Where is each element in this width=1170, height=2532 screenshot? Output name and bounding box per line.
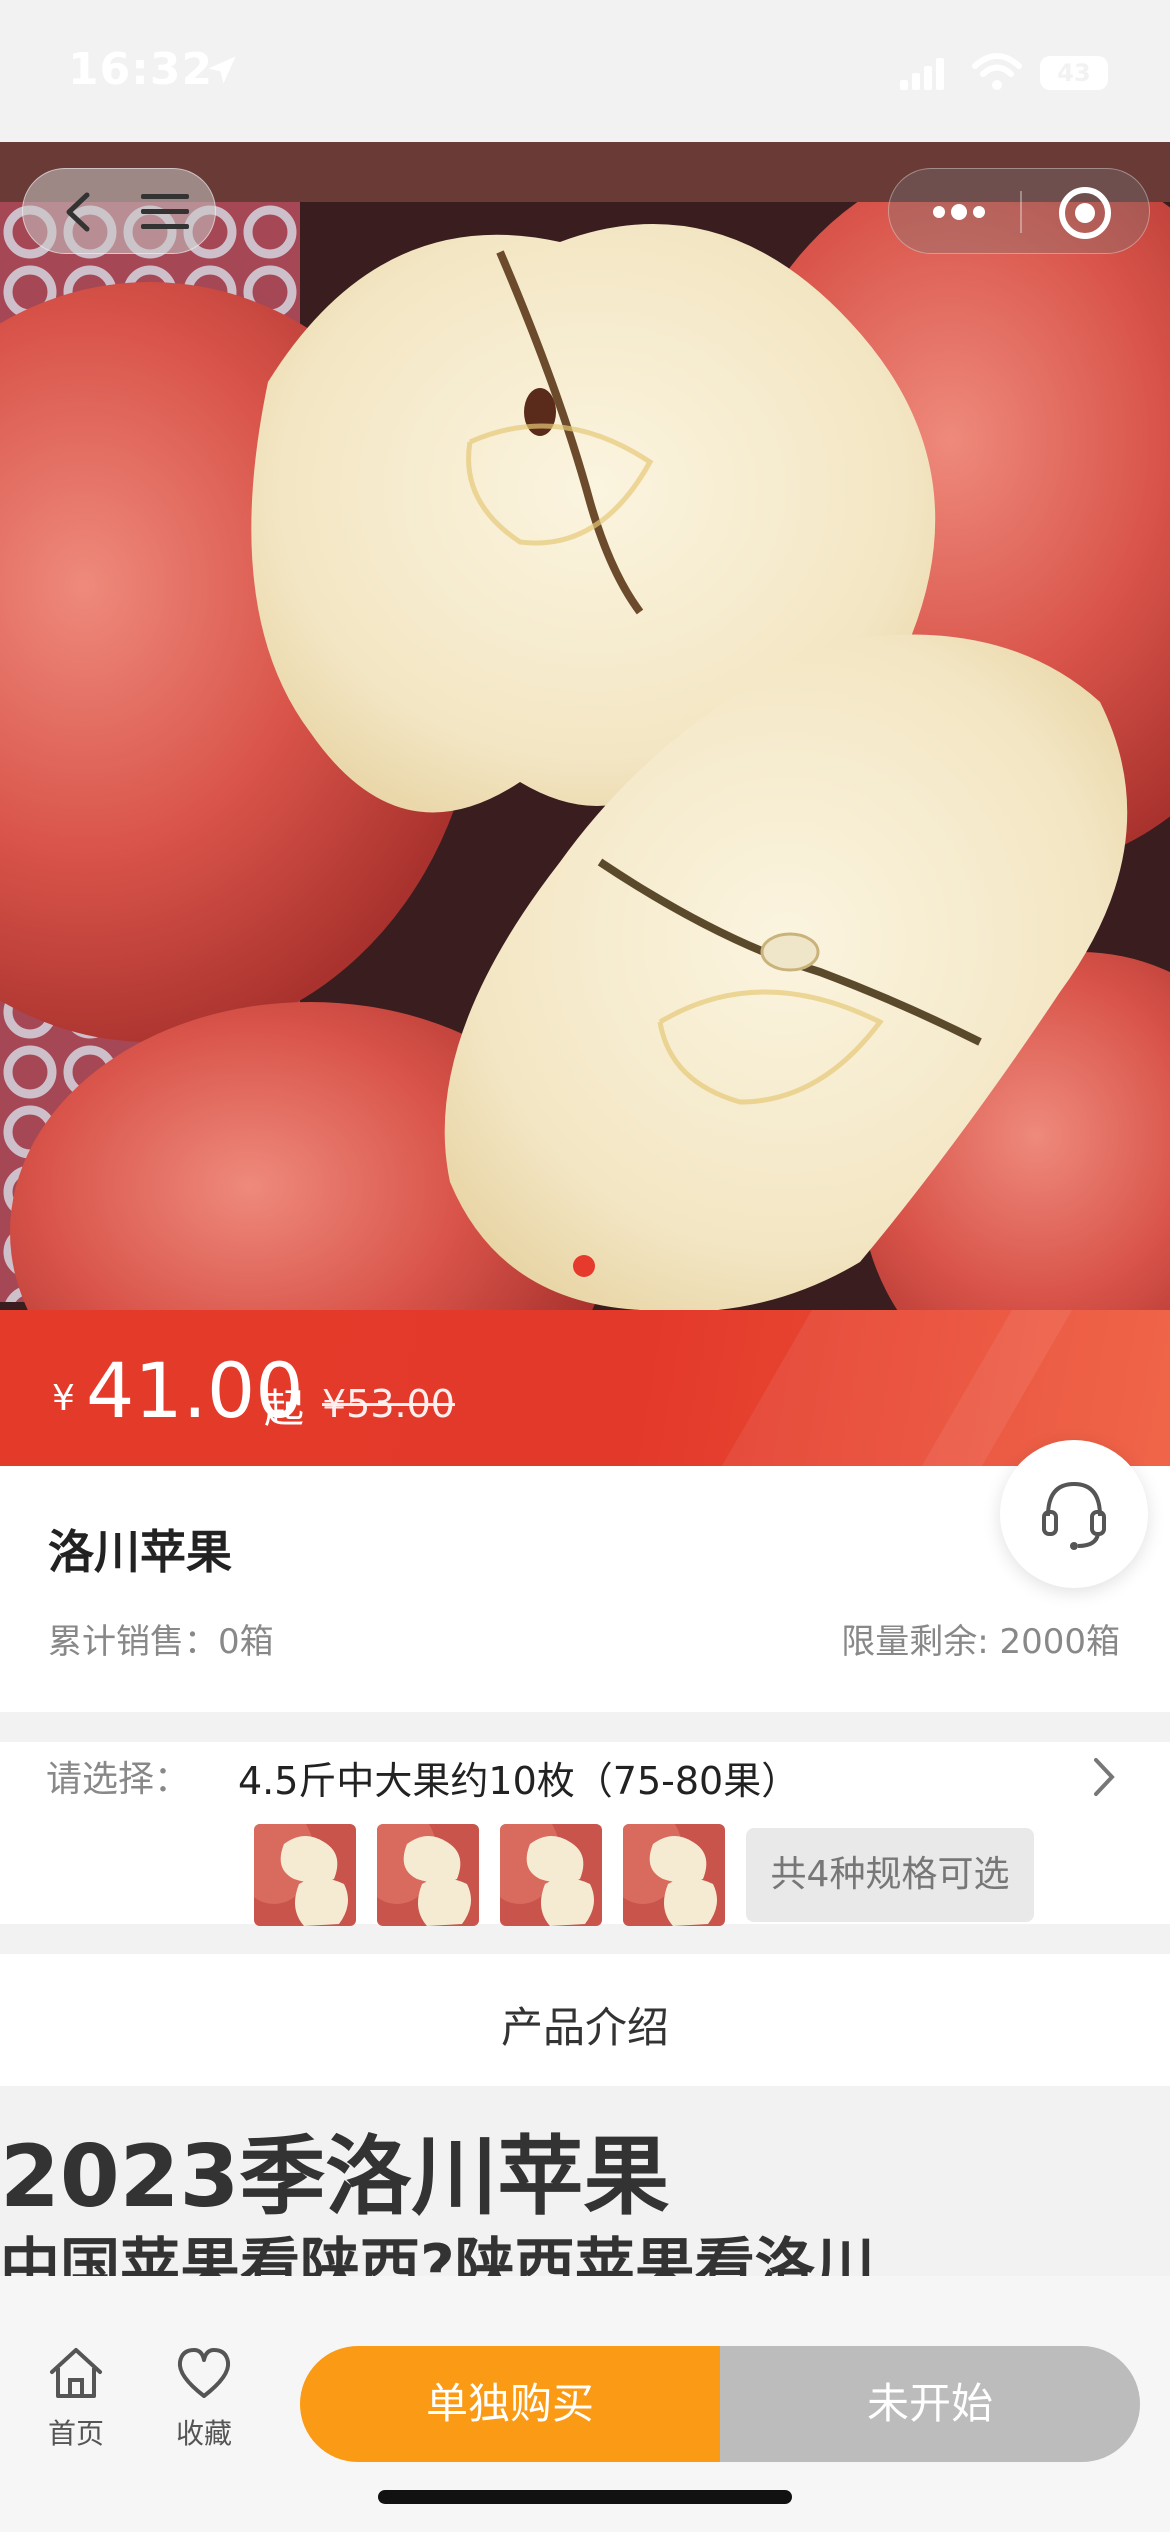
spec-count-badge[interactable]: 共4种规格可选 xyxy=(746,1828,1034,1922)
status-time: 16:32 xyxy=(68,44,214,95)
favorite-nav-button[interactable]: 收藏 xyxy=(154,2344,254,2452)
spec-label: 请选择： xyxy=(46,1759,191,1800)
product-image-carousel[interactable] xyxy=(0,142,1170,1310)
spec-thumbnail-1[interactable] xyxy=(254,1824,356,1926)
spec-thumbnail-3[interactable] xyxy=(500,1824,602,1926)
product-intro-title: 产品介绍 xyxy=(500,2003,669,2052)
spec-thumbnail-2[interactable] xyxy=(377,1824,479,1926)
close-miniprogram-icon[interactable] xyxy=(1057,185,1113,241)
heart-icon xyxy=(177,2348,231,2398)
apple-photo xyxy=(0,142,1170,1310)
price-suffix: 起 xyxy=(264,1386,304,1432)
home-nav-label: 首页 xyxy=(47,2417,104,2450)
chevron-right-icon[interactable] xyxy=(1086,1754,1122,1800)
menu-icon[interactable] xyxy=(139,191,191,233)
home-nav-button[interactable]: 首页 xyxy=(26,2344,126,2452)
description-subheading: 中国苹果看陕西?陕西苹果看洛川 xyxy=(0,2232,875,2276)
spec-selected-value: 4.5斤中大果约10枚（75-80果） xyxy=(238,1759,800,1803)
spec-selector[interactable]: 请选择： 4.5斤中大果约10枚（75-80果） 共4种规格可选 xyxy=(0,1742,1170,1926)
original-price: ¥53.00 xyxy=(322,1382,455,1426)
wifi-icon xyxy=(972,53,1022,90)
product-info: 洛川苹果 累计销售：0箱 限量剩余: 2000箱 xyxy=(0,1466,1170,1712)
battery-indicator: 43 xyxy=(1040,56,1108,90)
home-indicator xyxy=(378,2490,792,2504)
location-arrow-icon xyxy=(208,56,236,84)
sales-count: 累计销售：0箱 xyxy=(48,1622,274,1662)
not-started-button[interactable]: 未开始 xyxy=(720,2346,1140,2462)
headset-icon xyxy=(1042,1481,1106,1550)
customer-service-button[interactable] xyxy=(1000,1440,1148,1588)
stock-remaining: 限量剩余: 2000箱 xyxy=(841,1622,1120,1662)
carousel-indicator-dot xyxy=(573,1255,595,1277)
more-options-icon[interactable] xyxy=(927,193,991,231)
currency-symbol: ¥ xyxy=(52,1378,75,1419)
product-title: 洛川苹果 xyxy=(48,1525,232,1579)
capsule-divider xyxy=(1020,191,1022,233)
product-description: 2023季洛川苹果 中国苹果看陕西?陕西苹果看洛川 xyxy=(0,2086,1170,2276)
home-icon xyxy=(50,2348,102,2398)
price-bar: ¥ 41.00 起 ¥53.00 xyxy=(0,1310,1170,1466)
miniprogram-capsule xyxy=(888,168,1150,254)
description-heading: 2023季洛川苹果 xyxy=(0,2127,670,2227)
back-arrow-icon[interactable] xyxy=(57,189,101,235)
nav-capsule xyxy=(22,168,216,254)
buy-alone-button[interactable]: 单独购买 xyxy=(300,2346,720,2462)
spec-thumbnail-4[interactable] xyxy=(623,1824,725,1926)
cellular-signal-icon xyxy=(900,58,944,90)
favorite-nav-label: 收藏 xyxy=(175,2417,232,2450)
product-intro-header: 产品介绍 xyxy=(0,1954,1170,2086)
status-bar: 16:32 43 xyxy=(0,0,1170,142)
